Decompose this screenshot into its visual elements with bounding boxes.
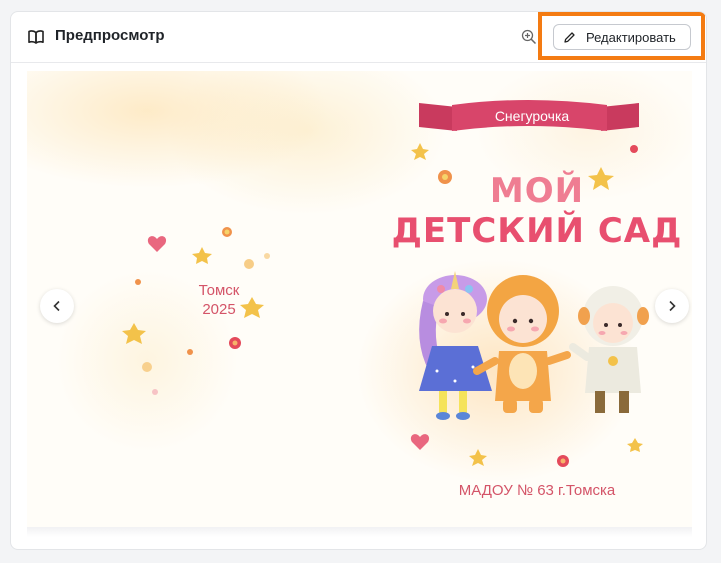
- preview-bottom-edge: [27, 527, 692, 537]
- chevron-right-icon: [669, 300, 676, 312]
- cover-title-line2: ДЕТСКИЙ САД: [391, 211, 683, 251]
- pencil-icon: [564, 31, 575, 43]
- cover-illustration: [122, 100, 649, 467]
- prev-page-button[interactable]: [40, 289, 74, 323]
- chevron-left-icon: [53, 300, 60, 312]
- edit-button-label: Редактировать: [586, 29, 676, 45]
- cover-title-line1: МОЙ: [489, 171, 585, 211]
- back-cover-city: Томск: [198, 282, 240, 299]
- edit-button[interactable]: Редактировать: [553, 24, 691, 50]
- zoom-in-icon[interactable]: [521, 29, 537, 45]
- card-header: Предпросмотр Редактировать: [11, 12, 706, 63]
- album-cover-preview: Томск 2025 Снегурочка МОЙ ДЕТСКИЙ САД МА…: [27, 71, 692, 527]
- cover-school-name: МАДОУ № 63 г.Томска: [458, 482, 616, 499]
- book-icon: [28, 30, 44, 44]
- back-cover-year: 2025: [202, 301, 236, 318]
- preview-card: Предпросмотр Редактировать Томск 2025 Сн…: [10, 11, 707, 550]
- page-title: Предпросмотр: [55, 27, 165, 44]
- back-cover-text: Томск 2025: [179, 281, 259, 319]
- next-page-button[interactable]: [655, 289, 689, 323]
- cover-ribbon-text: Снегурочка: [494, 108, 570, 124]
